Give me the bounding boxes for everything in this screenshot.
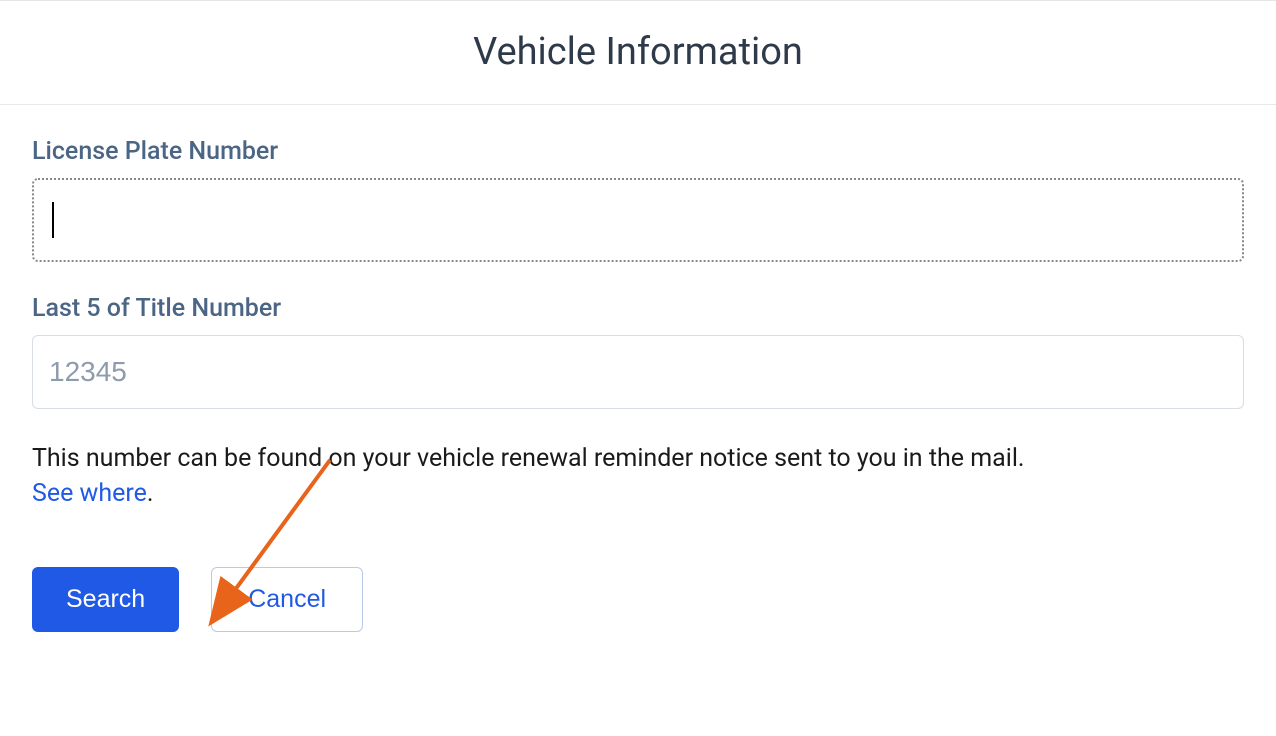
text-cursor-icon [52,202,54,238]
action-button-row: Search Cancel [32,567,1244,632]
title-number-label: Last 5 of Title Number [32,294,1244,323]
title-number-field-group: Last 5 of Title Number [32,294,1244,409]
license-plate-input[interactable] [32,178,1244,262]
page-title: Vehicle Information [0,30,1276,74]
help-text: This number can be found on your vehicle… [32,444,1025,473]
search-button[interactable]: Search [32,567,179,632]
see-where-link[interactable]: See where [32,479,147,508]
cancel-button[interactable]: Cancel [211,567,363,632]
vehicle-form: License Plate Number Last 5 of Title Num… [0,105,1276,632]
license-plate-field-group: License Plate Number [32,137,1244,262]
page-header: Vehicle Information [0,2,1276,105]
help-text-paragraph: This number can be found on your vehicle… [32,441,1244,511]
help-suffix: . [147,479,154,508]
title-number-input[interactable] [32,335,1244,409]
license-plate-label: License Plate Number [32,137,1244,166]
